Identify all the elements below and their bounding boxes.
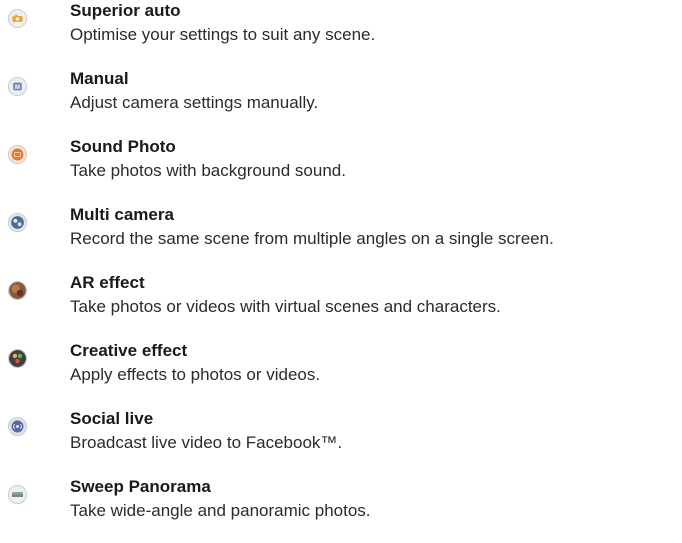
svg-text:M: M xyxy=(15,85,20,91)
mode-description: Take wide-angle and panoramic photos. xyxy=(70,501,371,520)
sweep-panorama-icon xyxy=(8,485,27,504)
list-item: Social live Broadcast live video to Face… xyxy=(0,408,682,468)
mode-title: Social live xyxy=(70,409,154,428)
superior-auto-icon xyxy=(8,9,27,28)
mode-description: Apply effects to photos or videos. xyxy=(70,365,321,384)
list-item: Creative effect Apply effects to photos … xyxy=(0,340,682,400)
sound-photo-icon xyxy=(8,145,27,164)
ar-effect-icon xyxy=(8,281,27,300)
mode-description: Adjust camera settings manually. xyxy=(70,93,319,112)
multi-camera-icon xyxy=(8,213,27,232)
mode-title: Creative effect xyxy=(70,341,188,360)
mode-description: Record the same scene from multiple angl… xyxy=(70,229,554,248)
social-live-icon xyxy=(8,417,27,436)
mode-title: Sweep Panorama xyxy=(70,477,211,496)
mode-description: Take photos with background sound. xyxy=(70,161,346,180)
mode-title: Sound Photo xyxy=(70,137,176,156)
mode-description: Optimise your settings to suit any scene… xyxy=(70,25,376,44)
mode-title: Superior auto xyxy=(70,1,181,20)
mode-title: Manual xyxy=(70,69,129,88)
list-item: Superior auto Optimise your settings to … xyxy=(0,0,682,60)
creative-effect-icon xyxy=(8,349,27,368)
list-item: Sweep Panorama Take wide-angle and panor… xyxy=(0,476,682,536)
mode-title: Multi camera xyxy=(70,205,174,224)
list-item: Multi camera Record the same scene from … xyxy=(0,204,682,264)
manual-icon: M xyxy=(8,77,27,96)
mode-description: Broadcast live video to Facebook™. xyxy=(70,433,343,452)
mode-description: Take photos or videos with virtual scene… xyxy=(70,297,501,316)
mode-title: AR effect xyxy=(70,273,145,292)
list-item: Sound Photo Take photos with background … xyxy=(0,136,682,196)
list-item: AR effect Take photos or videos with vir… xyxy=(0,272,682,332)
list-item: M Manual Adjust camera settings manually… xyxy=(0,68,682,128)
